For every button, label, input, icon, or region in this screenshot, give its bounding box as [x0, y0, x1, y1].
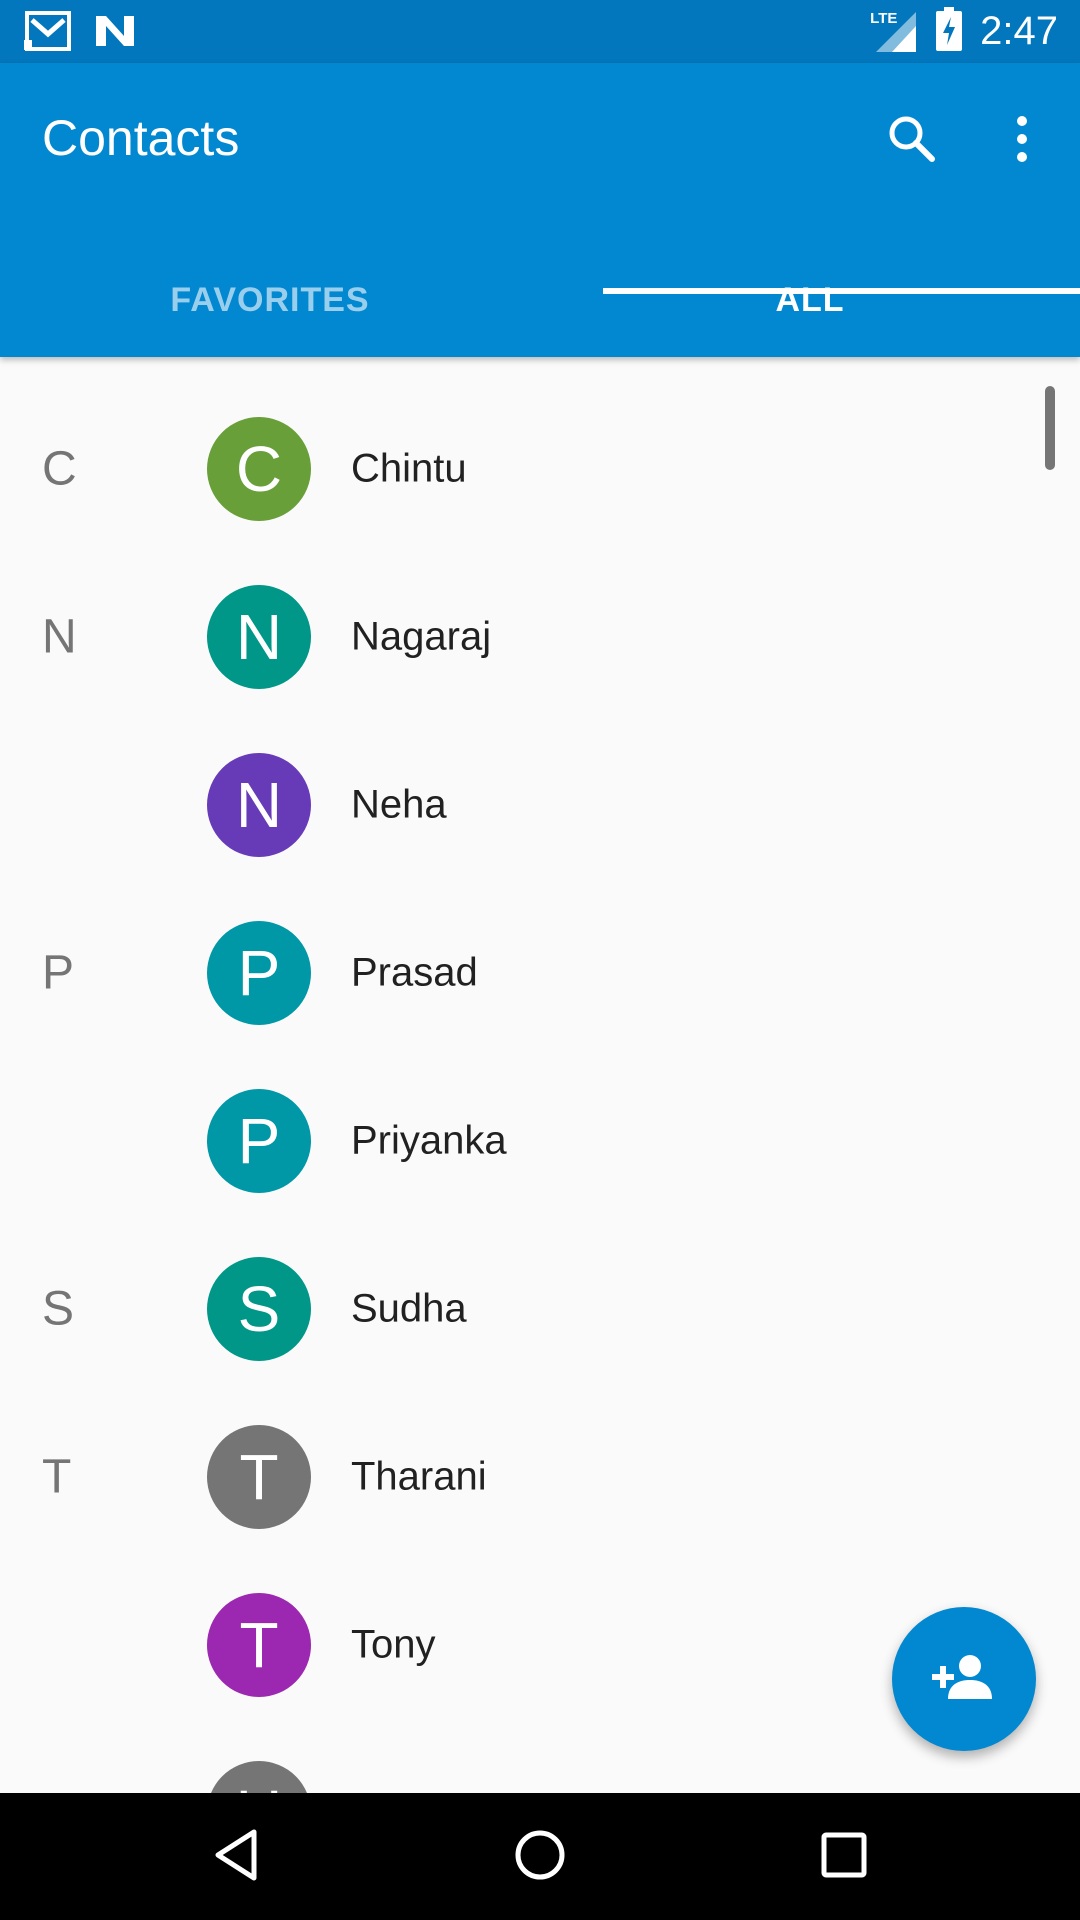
contact-name: Priyanka [351, 1118, 507, 1163]
section-letter: T [42, 1450, 72, 1504]
contact-row-chintu[interactable]: C C Chintu [0, 385, 1080, 553]
lte-label: LTE [870, 9, 898, 27]
recents-icon [820, 1831, 868, 1884]
more-options-button[interactable] [982, 101, 1062, 181]
contact-name: Chintu [351, 446, 467, 491]
section-letter: C [42, 442, 77, 496]
tab-favorites[interactable]: FAVORITES [0, 243, 540, 357]
contact-row-prasad[interactable]: P P Prasad [0, 889, 1080, 1057]
status-bar: LTE 2:47 [0, 0, 1080, 63]
section-letter: S [42, 1282, 75, 1336]
tab-all[interactable]: ALL [540, 243, 1080, 357]
page-title: Contacts [42, 110, 240, 166]
add-person-icon [932, 1653, 996, 1706]
back-icon [212, 1828, 260, 1887]
avatar: N [207, 585, 311, 689]
battery-charging-icon [936, 7, 963, 56]
status-time: 2:47 [980, 9, 1058, 53]
scrollbar-thumb[interactable] [1045, 386, 1055, 470]
avatar: S [207, 1257, 311, 1361]
contact-name: Tharani [351, 1454, 487, 1499]
tab-bar: FAVORITES ALL [0, 243, 1080, 357]
home-button[interactable] [496, 1813, 584, 1901]
contact-name: Prasad [351, 950, 478, 995]
section-letter: P [42, 946, 75, 1000]
contact-row-nagaraj[interactable]: N N Nagaraj [0, 553, 1080, 721]
more-vert-icon [1014, 115, 1030, 168]
contact-name: Neha [351, 782, 447, 827]
system-icons: LTE 2:47 [870, 0, 1058, 63]
contact-name: Sudha [351, 1286, 467, 1331]
avatar: T [207, 1593, 311, 1697]
gmail-icon [24, 10, 72, 57]
avatar: C [207, 417, 311, 521]
contact-row-neha[interactable]: N Neha [0, 721, 1080, 889]
home-icon [514, 1829, 566, 1886]
avatar: T [207, 1425, 311, 1529]
avatar: N [207, 753, 311, 857]
avatar: U [207, 1761, 311, 1793]
back-button[interactable] [192, 1813, 280, 1901]
recents-button[interactable] [800, 1813, 888, 1901]
contact-row-priyanka[interactable]: P Priyanka [0, 1057, 1080, 1225]
add-contact-button[interactable] [892, 1607, 1036, 1751]
contact-name: Nagaraj [351, 614, 492, 659]
contact-row-tharani[interactable]: T T Tharani [0, 1393, 1080, 1561]
app-bar: Contacts FAVORITES ALL [0, 63, 1080, 357]
n-app-icon [94, 14, 136, 53]
avatar: P [207, 921, 311, 1025]
navigation-bar [0, 1793, 1080, 1920]
lte-signal-icon: LTE [870, 10, 918, 54]
screen: LTE 2:47 Contacts FAVORITES ALL C C Chin… [0, 0, 1080, 1920]
contact-row-partial[interactable]: U [0, 1729, 1080, 1793]
tab-indicator [603, 288, 1080, 294]
search-icon [886, 113, 938, 170]
section-letter: N [42, 610, 77, 664]
avatar: P [207, 1089, 311, 1193]
search-button[interactable] [872, 101, 952, 181]
contact-list[interactable]: C C Chintu N N Nagaraj N Neha P P Prasad… [0, 357, 1080, 1793]
notification-icons [24, 10, 136, 57]
contact-row-sudha[interactable]: S S Sudha [0, 1225, 1080, 1393]
contact-name: Tony [351, 1622, 436, 1667]
